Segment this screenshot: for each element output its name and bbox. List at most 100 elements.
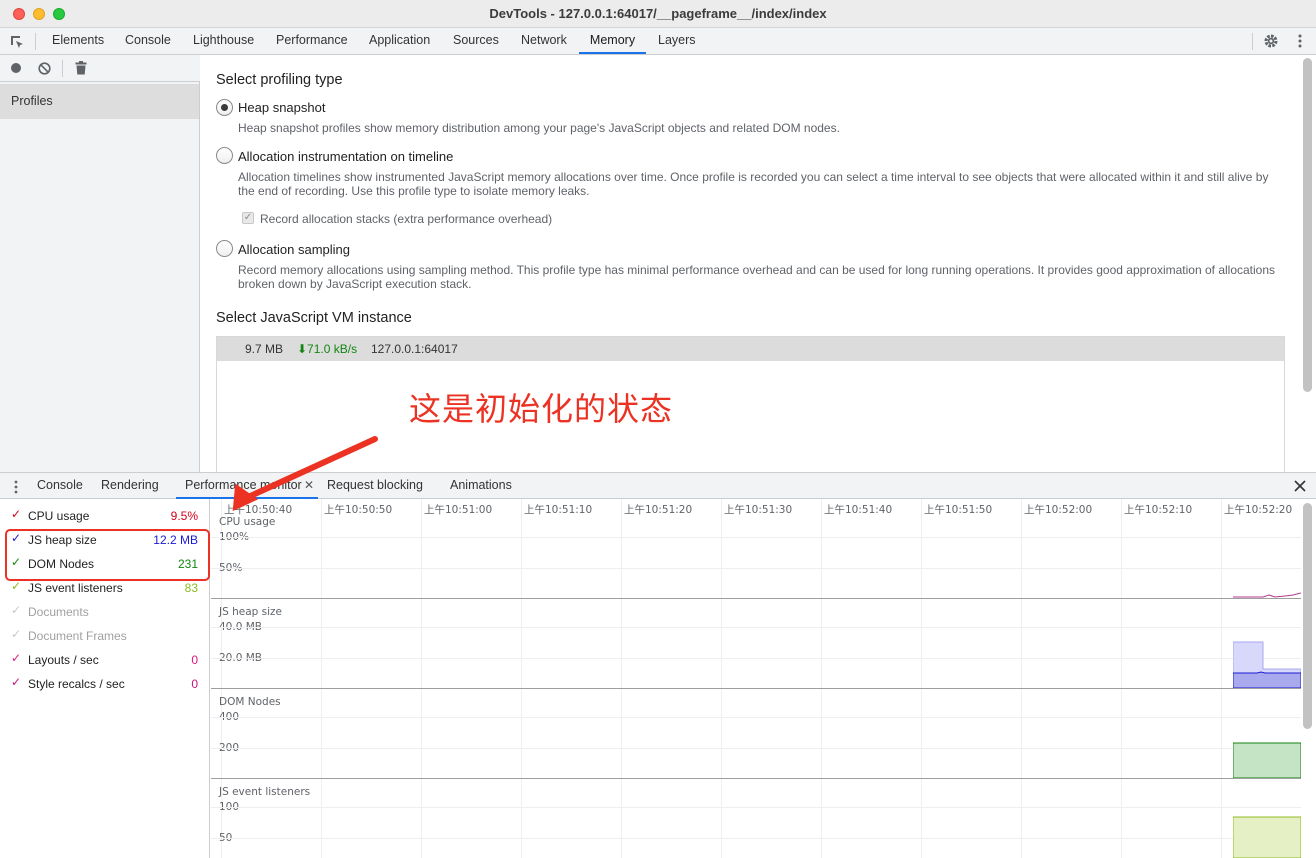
memory-panel: Select profiling type Heap snapshot Heap… (200, 55, 1316, 472)
profiles-toolbar (0, 55, 200, 82)
drawer-tab-animations[interactable]: Animations (450, 473, 512, 499)
grid-line (211, 717, 1301, 718)
vm-heap-size: 9.7 MB (245, 342, 284, 356)
grid-line (211, 568, 1301, 569)
metric-label: Style recalcs / sec (28, 677, 125, 691)
metric-value: 0 (191, 677, 198, 691)
pane-separator (211, 778, 1301, 779)
time-gridline (821, 499, 822, 858)
time-gridline (1121, 499, 1122, 858)
memory-panel-scrollbar[interactable] (1303, 58, 1312, 392)
check-icon: ✓ (11, 675, 22, 689)
allocation-sampling-radio[interactable] (216, 240, 233, 257)
time-label: 上午10:51:00 (424, 504, 493, 516)
drawer-tab-rendering[interactable]: Rendering (101, 473, 159, 499)
gear-icon[interactable] (1263, 33, 1279, 49)
more-options-icon[interactable] (1296, 33, 1304, 49)
pane-title-js-event-listeners: JS event listeners (219, 786, 311, 798)
metric-label: JS event listeners (28, 581, 123, 595)
time-label: 上午10:51:30 (724, 504, 793, 516)
allocation-timeline-radio[interactable] (216, 147, 233, 164)
pane-title-cpu-usage: CPU usage (219, 516, 276, 528)
allocation-timeline-label[interactable]: Allocation instrumentation on timeline (238, 149, 453, 164)
metric-cpu-usage[interactable]: ✓ CPU usage 9.5% (0, 505, 210, 529)
performance-monitor-charts: 上午10:50:40 上午10:50:50 上午10:51:00 上午10:51:10… (211, 499, 1316, 858)
select-profiling-type-title: Select profiling type (216, 72, 343, 88)
grid-line (211, 627, 1301, 628)
vm-allocation-rate: ⬇71.0 kB/s (297, 342, 358, 356)
annotation-arrow-icon (232, 436, 378, 512)
time-gridline (621, 499, 622, 858)
time-label: 上午10:52:20 (1224, 504, 1293, 516)
grid-line (211, 537, 1301, 538)
tab-performance[interactable]: Performance (276, 28, 348, 54)
time-gridline (721, 499, 722, 858)
js-event-listeners-area (1233, 816, 1301, 858)
main-tab-bar: Elements Console Lighthouse Performance … (0, 28, 1316, 55)
drawer-menu-icon[interactable] (13, 479, 19, 495)
drawer-tab-console[interactable]: Console (37, 473, 83, 499)
metric-label: Layouts / sec (28, 653, 99, 667)
grid-line (211, 807, 1301, 808)
tab-console[interactable]: Console (125, 28, 171, 54)
pane-separator (211, 598, 1301, 599)
allocation-timeline-description: Allocation timelines show instrumented J… (238, 170, 1269, 198)
record-stacks-label[interactable]: Record allocation stacks (extra performa… (260, 212, 860, 226)
annotation-text: 这是初始化的状态 (409, 390, 674, 428)
time-gridline (521, 499, 522, 858)
pane-separator (211, 688, 1301, 689)
tab-layers[interactable]: Layers (658, 28, 696, 54)
allocation-sampling-description: Record memory allocations using sampling… (238, 263, 1276, 291)
metric-layouts-per-sec[interactable]: ✓ Layouts / sec 0 (0, 649, 210, 673)
inspect-element-icon[interactable] (9, 34, 25, 50)
clear-icon[interactable] (38, 62, 51, 75)
check-icon: ✓ (11, 627, 22, 641)
toolbar-divider (35, 33, 36, 50)
heap-snapshot-description: Heap snapshot profiles show memory distr… (238, 121, 840, 135)
check-icon: ✓ (11, 651, 22, 665)
time-gridline (1221, 499, 1222, 858)
check-icon: ✓ (11, 507, 22, 521)
close-drawer-icon[interactable] (1293, 479, 1307, 493)
metric-label: Document Frames (28, 629, 127, 643)
metric-label: Documents (28, 605, 89, 619)
time-gridline (1021, 499, 1022, 858)
charts-scrollbar[interactable] (1303, 503, 1312, 729)
metric-documents[interactable]: ✓ Documents (0, 601, 210, 625)
tab-lighthouse[interactable]: Lighthouse (193, 28, 254, 54)
tab-sources[interactable]: Sources (453, 28, 499, 54)
window-titlebar: DevTools - 127.0.0.1:64017/__pageframe__… (0, 0, 1316, 28)
time-gridline (421, 499, 422, 858)
metric-document-frames[interactable]: ✓ Document Frames (0, 625, 210, 649)
pane-title-js-heap-size: JS heap size (219, 606, 283, 618)
metric-style-recalcs-per-sec[interactable]: ✓ Style recalcs / sec 0 (0, 673, 210, 697)
grid-line (211, 658, 1301, 659)
metric-value: 9.5% (170, 509, 198, 523)
time-gridline (921, 499, 922, 858)
sidebar-item-profiles[interactable]: Profiles (0, 84, 199, 119)
drawer-tab-bar: Console Rendering Performance monitor ✕ … (0, 472, 1316, 499)
pane-title-dom-nodes: DOM Nodes (219, 696, 281, 708)
check-icon: ✓ (11, 603, 22, 617)
grid-line (211, 838, 1301, 839)
time-label: 上午10:51:20 (624, 504, 693, 516)
record-stacks-checkbox[interactable]: ✓ (242, 212, 254, 224)
heap-snapshot-radio[interactable] (216, 99, 233, 116)
heap-snapshot-label[interactable]: Heap snapshot (238, 100, 325, 115)
time-label: 上午10:51:40 (824, 504, 893, 516)
trash-icon[interactable] (75, 61, 87, 75)
grid-line (211, 748, 1301, 749)
time-label: 上午10:51:10 (524, 504, 593, 516)
tab-memory[interactable]: Memory (579, 28, 646, 54)
select-vm-instance-title: Select JavaScript VM instance (216, 310, 412, 326)
allocation-sampling-label[interactable]: Allocation sampling (238, 242, 350, 257)
toolbar-divider (1252, 33, 1253, 50)
time-gridline (321, 499, 322, 858)
tab-network[interactable]: Network (521, 28, 567, 54)
time-label: 上午10:52:10 (1124, 504, 1193, 516)
vm-instance-row[interactable]: 9.7 MB ⬇71.0 kB/s 127.0.0.1:64017 (217, 337, 1284, 361)
record-icon[interactable] (10, 62, 22, 74)
tab-application[interactable]: Application (369, 28, 430, 54)
tab-elements[interactable]: Elements (52, 28, 104, 54)
metric-label: CPU usage (28, 509, 90, 523)
